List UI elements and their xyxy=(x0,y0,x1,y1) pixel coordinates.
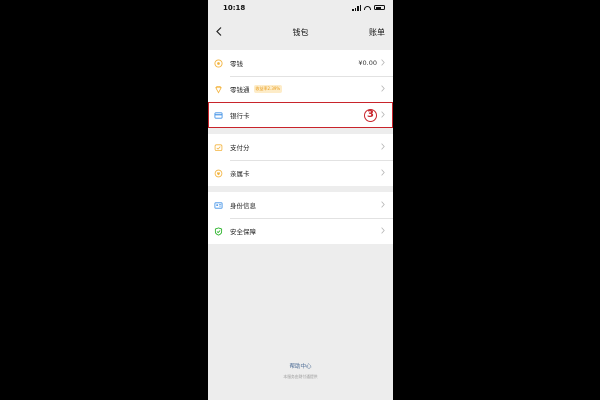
menu-item-family-card[interactable]: 亲属卡 xyxy=(208,160,393,186)
status-bar: 10:18 xyxy=(208,0,393,15)
menu-item-payscore[interactable]: 支付分 xyxy=(208,134,393,160)
battery-icon xyxy=(374,5,385,10)
help-center-link[interactable]: 帮助中心 xyxy=(208,362,393,370)
balance-value: ¥0.00 xyxy=(358,59,377,67)
score-icon xyxy=(214,143,223,152)
bill-button[interactable]: 账单 xyxy=(369,27,385,38)
menu-group: 零钱 ¥0.00 零钱通 收益率2.39% 银行卡 3 xyxy=(208,50,393,128)
coin-icon xyxy=(214,58,223,68)
menu-item-lingqiantong[interactable]: 零钱通 收益率2.39% xyxy=(208,76,393,102)
back-button[interactable] xyxy=(216,26,236,39)
menu-item-bank-card[interactable]: 银行卡 3 xyxy=(208,102,393,128)
wifi-icon xyxy=(364,5,371,10)
wallet-menu: 零钱 ¥0.00 零钱通 收益率2.39% 银行卡 3 支付分亲属卡身份信息安全保障 xyxy=(208,50,393,244)
menu-item-label: 银行卡 xyxy=(230,112,250,120)
chevron-left-icon xyxy=(216,27,222,36)
chevron-right-icon xyxy=(381,84,385,94)
menu-item-identity[interactable]: 身份信息 xyxy=(208,192,393,218)
chevron-right-icon xyxy=(381,200,385,210)
menu-group: 支付分 亲属卡 xyxy=(208,134,393,186)
id-card-icon xyxy=(214,201,223,210)
chevron-right-icon xyxy=(381,142,385,152)
family-card-icon xyxy=(214,169,223,178)
phone-screen: 10:18 钱包 账单 零钱 ¥0.00 零钱通 收益率2.39% 银行卡 3 支付分亲属卡… xyxy=(208,0,393,400)
menu-item-label: 身份信息 xyxy=(230,202,256,210)
menu-item-security[interactable]: 安全保障 xyxy=(208,218,393,244)
menu-item-label: 零钱 xyxy=(230,60,243,68)
footer-note: 本服务由财付通提供 xyxy=(283,374,318,379)
signal-icon xyxy=(352,4,361,11)
chevron-right-icon xyxy=(381,110,385,120)
chevron-right-icon xyxy=(381,58,385,68)
nav-bar: 钱包 账单 xyxy=(208,15,393,50)
status-icons xyxy=(352,4,385,11)
footer: 帮助中心 本服务由财付通提供 xyxy=(208,362,393,380)
card-icon xyxy=(214,111,223,120)
shield-icon xyxy=(214,226,223,236)
chevron-right-icon xyxy=(381,168,385,178)
menu-item-label: 支付分 xyxy=(230,144,250,152)
menu-item-label: 亲属卡 xyxy=(230,170,250,178)
menu-item-change[interactable]: 零钱 ¥0.00 xyxy=(208,50,393,76)
menu-item-label: 零钱通 xyxy=(230,86,250,94)
menu-item-label: 安全保障 xyxy=(230,228,256,236)
menu-group: 身份信息 安全保障 xyxy=(208,192,393,244)
step-marker: 3 xyxy=(364,108,377,122)
yield-badge: 收益率2.39% xyxy=(253,85,283,93)
status-time: 10:18 xyxy=(223,3,246,12)
chevron-right-icon xyxy=(381,226,385,236)
diamond-icon xyxy=(214,85,223,94)
